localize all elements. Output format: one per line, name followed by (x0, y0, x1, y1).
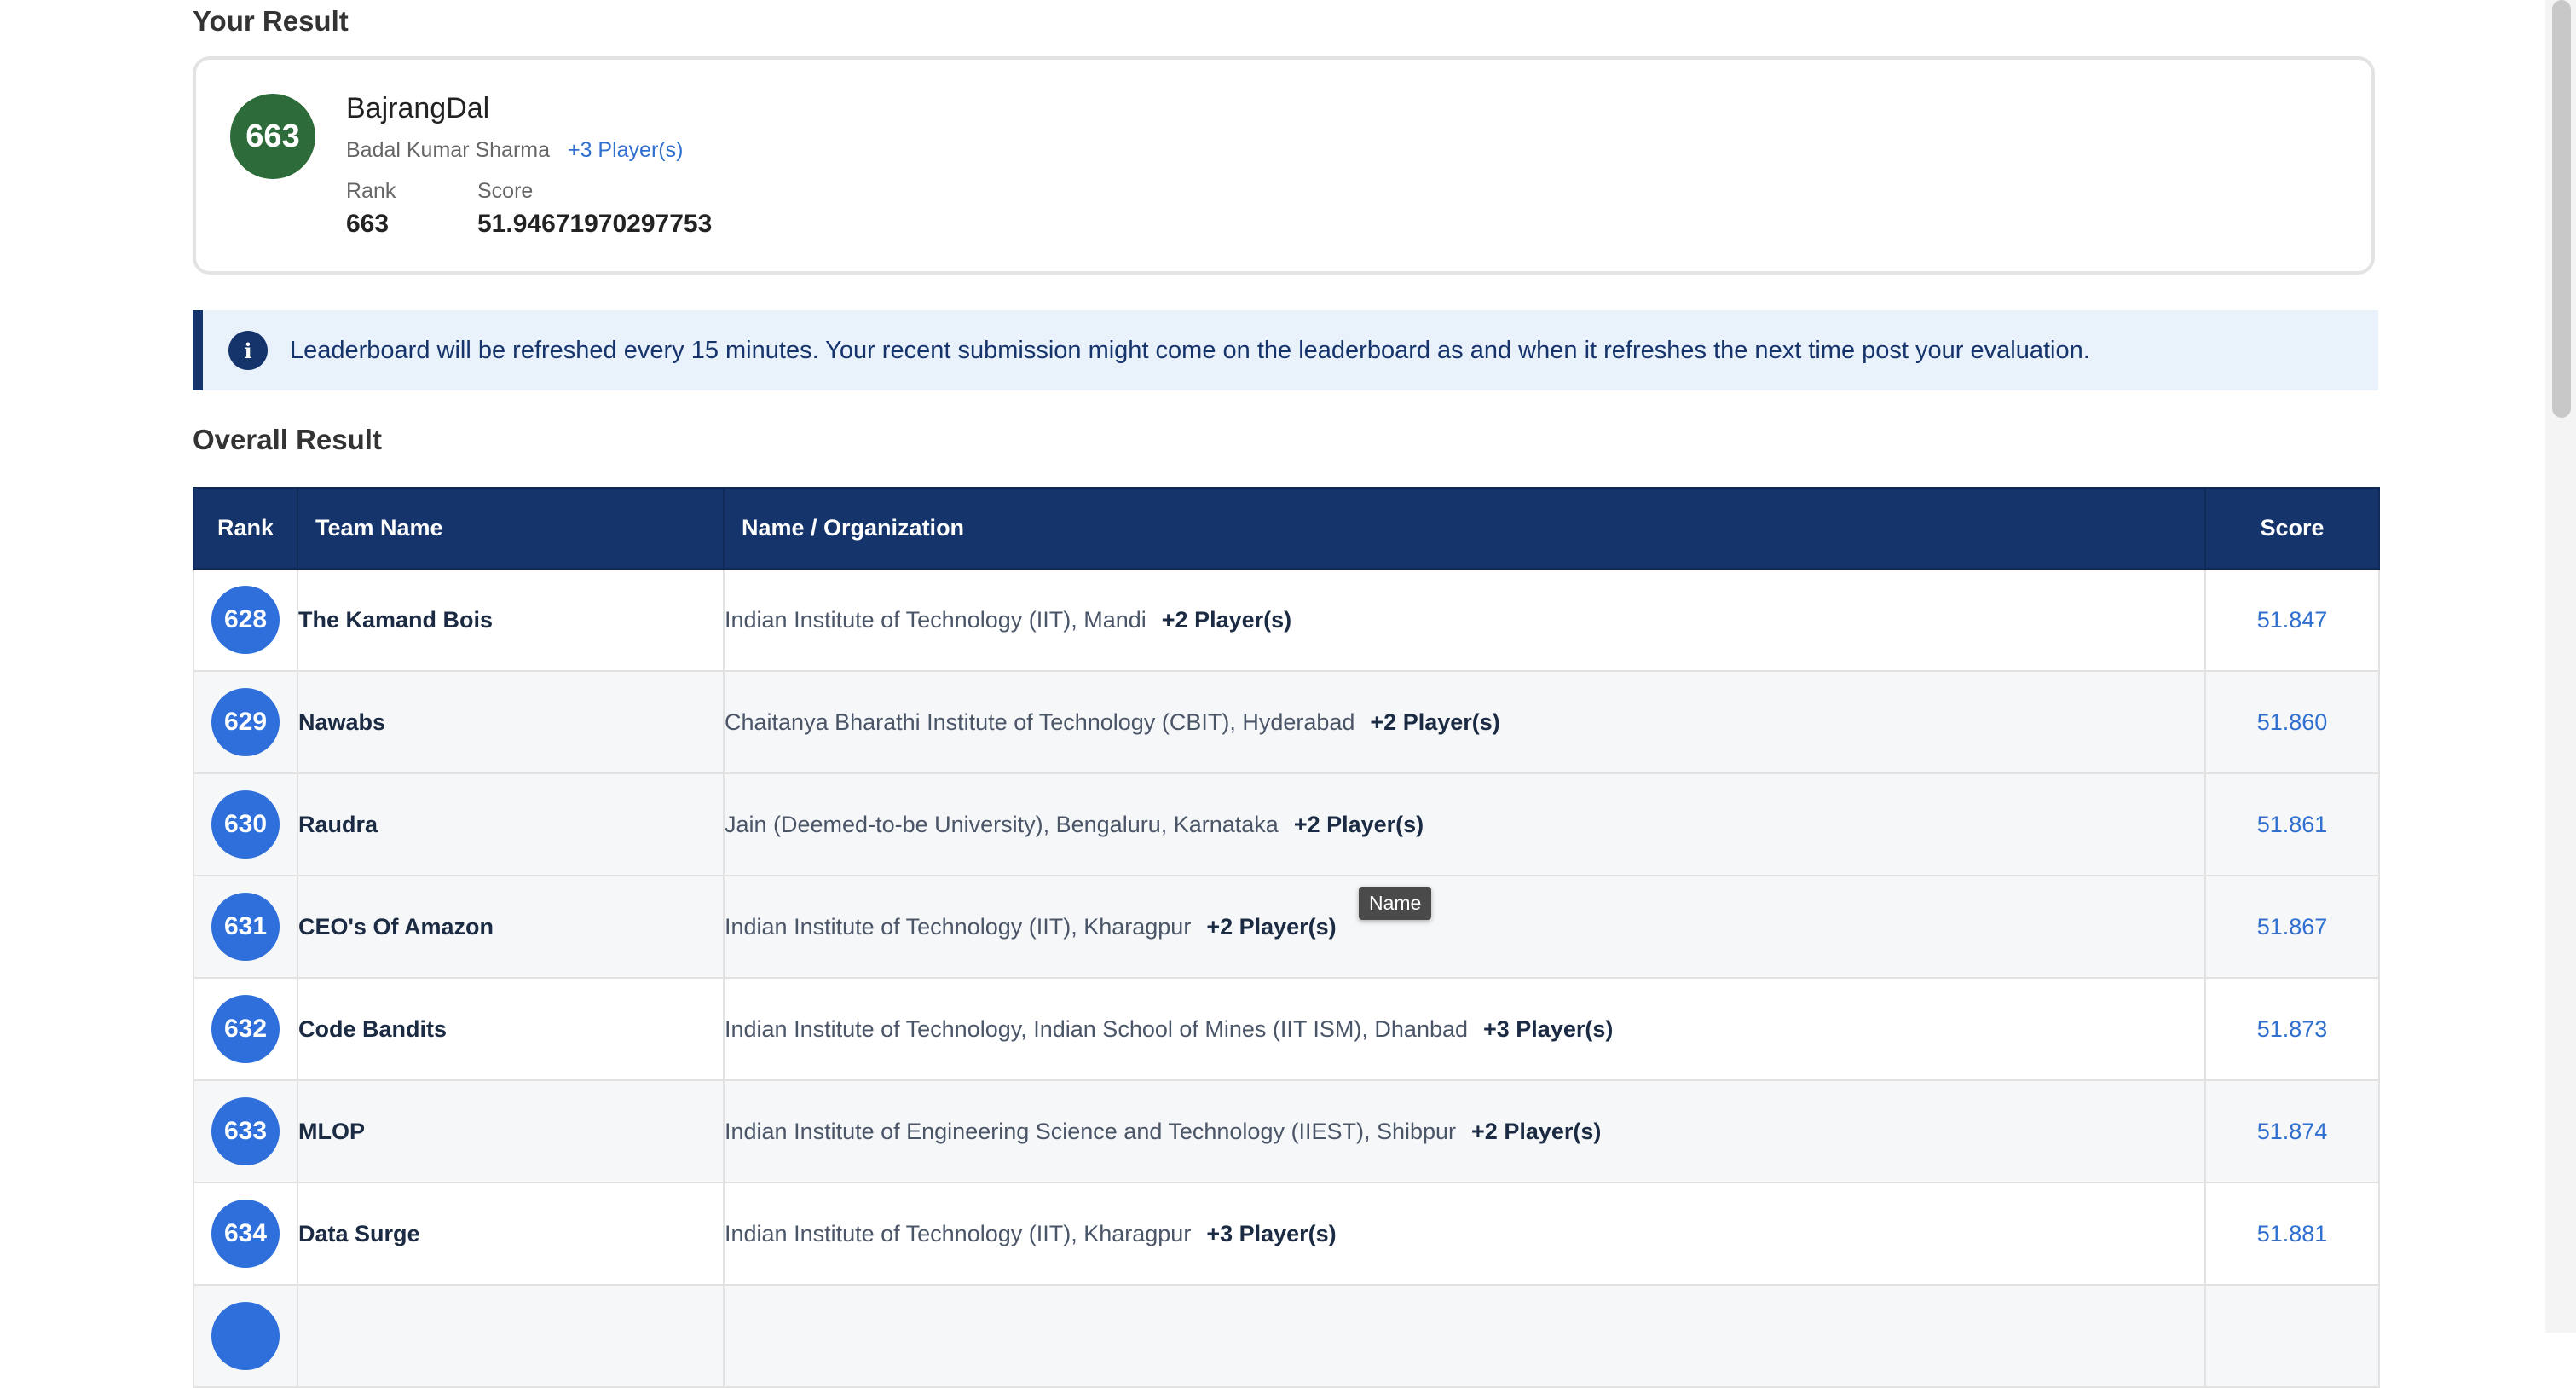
your-rank-badge: 663 (230, 94, 315, 179)
page-scrollbar[interactable] (2545, 0, 2576, 1333)
table-row: 632 Code Bandits Indian Institute of Tec… (193, 977, 2380, 1081)
players-link[interactable]: +2 Player(s) (1370, 709, 1499, 735)
refresh-info-banner: i Leaderboard will be refreshed every 15… (193, 310, 2378, 390)
your-team-members: Badal Kumar Sharma +3 Player(s) (346, 138, 683, 163)
players-link[interactable]: +3 Player(s) (1483, 1016, 1613, 1042)
rank-badge: 629 (211, 688, 280, 756)
overall-result-title: Overall Result (193, 424, 382, 455)
table-row: 634 Data Surge Indian Institute of Techn… (193, 1182, 2380, 1286)
org-cell (723, 1284, 2206, 1388)
score-cell: 51.867 (2204, 875, 2380, 979)
team-name-cell (297, 1284, 725, 1388)
players-link[interactable]: +2 Player(s) (1471, 1119, 1601, 1144)
scrollbar-thumb[interactable] (2552, 0, 2571, 418)
org-name: Jain (Deemed-to-be University), Bengalur… (725, 811, 1279, 837)
rank-badge: 632 (211, 995, 280, 1063)
rank-badge: 628 (211, 586, 280, 654)
score-label: Score (477, 179, 534, 203)
col-team-header[interactable]: Team Name (297, 487, 725, 570)
org-name: Indian Institute of Engineering Science … (725, 1118, 1457, 1144)
member-name: Badal Kumar Sharma (346, 138, 551, 162)
org-name: Indian Institute of Technology (IIT), Ma… (725, 606, 1146, 633)
score-value: 51.94671970297753 (477, 210, 713, 238)
rank-badge: 631 (211, 893, 280, 961)
rank-badge (211, 1302, 280, 1370)
score-cell: 51.874 (2204, 1079, 2380, 1183)
score-cell: 51.860 (2204, 670, 2380, 774)
more-players-link[interactable]: +3 Player(s) (568, 138, 683, 162)
org-cell: Indian Institute of Engineering Science … (723, 1079, 2206, 1183)
org-cell: Indian Institute of Technology (IIT), Kh… (723, 1182, 2206, 1286)
col-rank-header[interactable]: Rank (193, 487, 298, 570)
your-team-name: BajrangDal (346, 92, 490, 124)
rank-badge: 630 (211, 790, 280, 859)
players-link[interactable]: +2 Player(s) (1294, 812, 1424, 837)
col-org-header[interactable]: Name / Organization (723, 487, 2206, 570)
org-name: Chaitanya Bharathi Institute of Technolo… (725, 708, 1355, 735)
table-row: 628 The Kamand Bois Indian Institute of … (193, 568, 2380, 672)
rank-badge: 634 (211, 1200, 280, 1268)
org-name: Indian Institute of Technology (IIT), Kh… (725, 913, 1192, 940)
table-row: 629 Nawabs Chaitanya Bharathi Institute … (193, 670, 2380, 774)
org-cell: Indian Institute of Technology (IIT), Ma… (723, 568, 2206, 672)
name-tooltip: Name (1359, 887, 1432, 920)
org-cell: Indian Institute of Technology (IIT), Kh… (723, 875, 2206, 979)
table-row: 633 MLOP Indian Institute of Engineering… (193, 1079, 2380, 1183)
team-name-cell: Nawabs (297, 670, 725, 774)
team-name-cell: Code Bandits (297, 977, 725, 1081)
your-result-title: Your Result (193, 5, 349, 37)
org-name: Indian Institute of Technology (IIT), Kh… (725, 1220, 1192, 1246)
score-cell: 51.861 (2204, 772, 2380, 876)
score-cell (2204, 1284, 2380, 1388)
score-cell: 51.847 (2204, 568, 2380, 672)
org-cell: Chaitanya Bharathi Institute of Technolo… (723, 670, 2206, 774)
org-cell: Indian Institute of Technology, Indian S… (723, 977, 2206, 1081)
leaderboard-table: Rank Team Name Name / Organization Score… (193, 487, 2380, 1388)
org-name: Indian Institute of Technology, Indian S… (725, 1015, 1469, 1042)
info-banner-text: Leaderboard will be refreshed every 15 m… (290, 336, 2090, 364)
your-result-card: 663 BajrangDal Badal Kumar Sharma +3 Pla… (193, 56, 2375, 275)
table-row: 630 Raudra Jain (Deemed-to-be University… (193, 772, 2380, 876)
players-link[interactable]: +3 Player(s) (1206, 1221, 1336, 1246)
rank-label: Rank (346, 179, 396, 203)
team-name-cell: CEO's Of Amazon (297, 875, 725, 979)
info-icon: i (228, 331, 268, 370)
team-name-cell: The Kamand Bois (297, 568, 725, 672)
players-link[interactable]: +2 Player(s) (1162, 607, 1291, 633)
score-cell: 51.873 (2204, 977, 2380, 1081)
table-row (193, 1284, 2380, 1388)
table-row: 631 CEO's Of Amazon Indian Institute of … (193, 875, 2380, 979)
org-cell: Jain (Deemed-to-be University), Bengalur… (723, 772, 2206, 876)
score-cell: 51.881 (2204, 1182, 2380, 1286)
players-link[interactable]: +2 Player(s) (1206, 914, 1336, 940)
table-header-row: Rank Team Name Name / Organization Score (193, 487, 2380, 570)
team-name-cell: Data Surge (297, 1182, 725, 1286)
team-name-cell: MLOP (297, 1079, 725, 1183)
team-name-cell: Raudra (297, 772, 725, 876)
rank-badge: 633 (211, 1097, 280, 1165)
col-score-header[interactable]: Score (2204, 487, 2380, 570)
rank-value: 663 (346, 210, 390, 238)
